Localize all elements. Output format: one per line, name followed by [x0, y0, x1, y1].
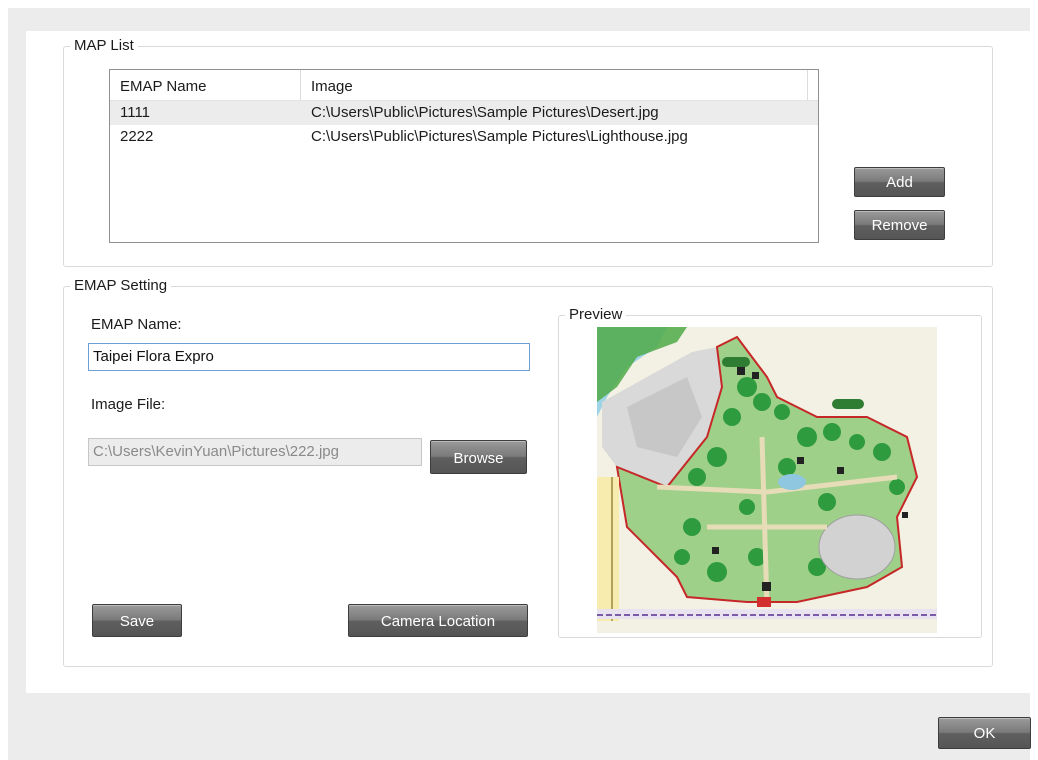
image-file-label: Image File: [91, 396, 166, 413]
table-header: EMAP Name Image [110, 70, 818, 101]
ok-button[interactable]: OK [938, 717, 1031, 749]
cell-image-path: C:\Users\Public\Pictures\Sample Pictures… [311, 104, 659, 121]
remove-button[interactable]: Remove [854, 210, 945, 240]
column-header-image[interactable]: Image [301, 70, 808, 100]
cell-emap-name: 1111 [120, 104, 151, 121]
emap-table[interactable]: EMAP Name Image 1111 C:\Users\Public\Pic… [109, 69, 819, 243]
save-button[interactable]: Save [92, 604, 182, 637]
map-preview-image [597, 327, 937, 633]
emap-name-label: EMAP Name: [91, 316, 182, 333]
table-row[interactable]: 2222 C:\Users\Public\Pictures\Sample Pic… [110, 125, 818, 149]
browse-button[interactable]: Browse [430, 440, 527, 474]
column-header-emap-name[interactable]: EMAP Name [110, 70, 301, 100]
map-list-title: MAP List [70, 36, 138, 56]
add-button[interactable]: Add [854, 167, 945, 197]
cell-emap-name: 2222 [120, 128, 154, 145]
emap-setting-title: EMAP Setting [70, 276, 172, 296]
preview-title: Preview [565, 305, 627, 325]
camera-location-button[interactable]: Camera Location [348, 604, 528, 637]
table-row[interactable]: 1111 C:\Users\Public\Pictures\Sample Pic… [110, 101, 818, 125]
emap-name-input[interactable]: Taipei Flora Expro [88, 343, 530, 371]
image-file-field: C:\Users\KevinYuan\Pictures\222.jpg [88, 438, 422, 466]
cell-image-path: C:\Users\Public\Pictures\Sample Pictures… [311, 128, 688, 145]
